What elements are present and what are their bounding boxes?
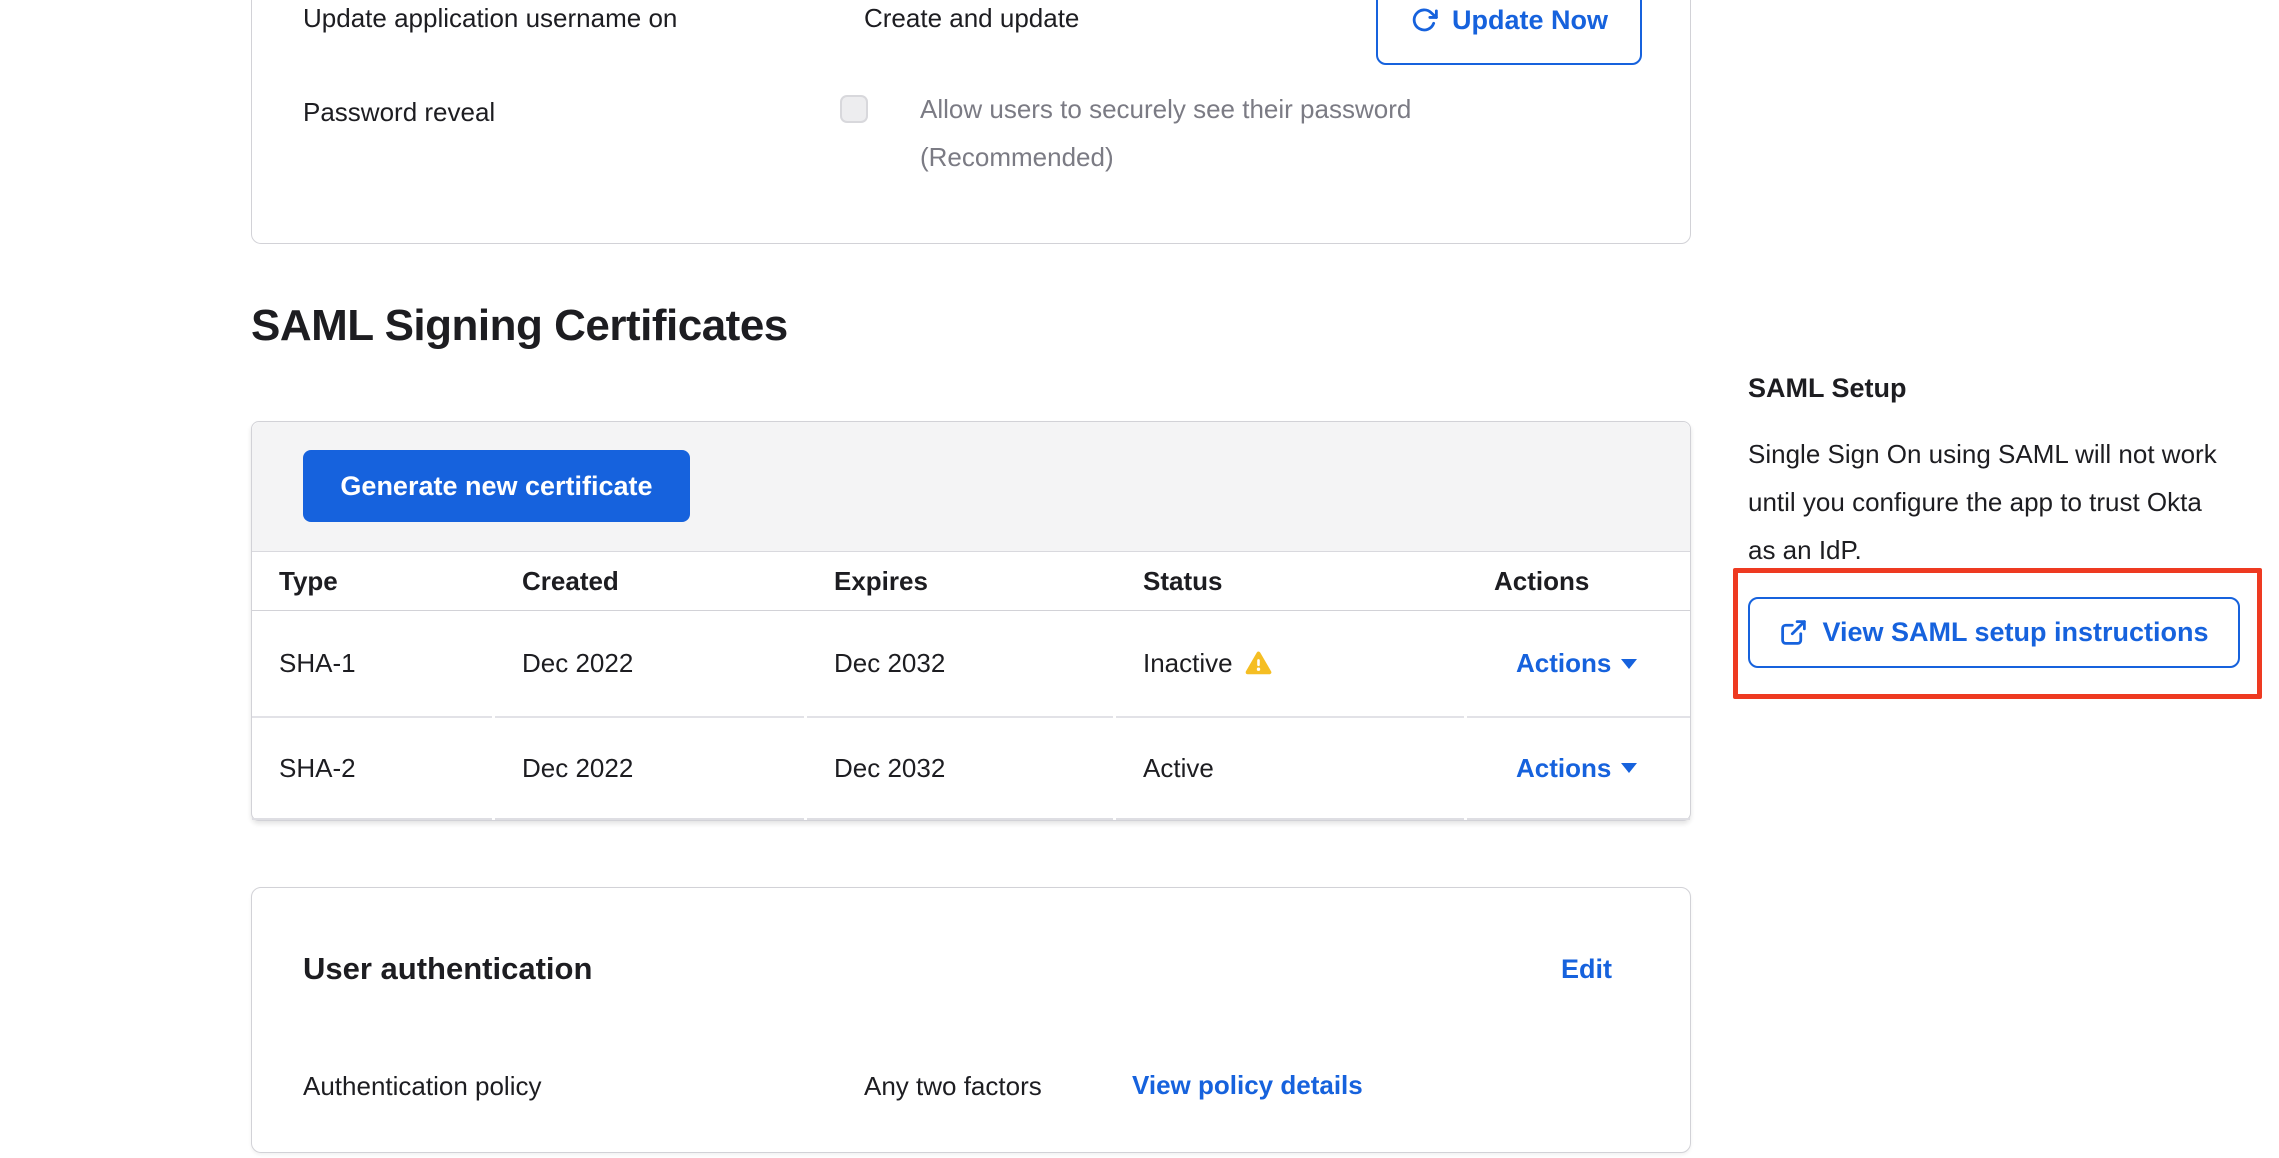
actions-dropdown-label: Actions	[1516, 753, 1611, 784]
table-header-row: Type Created Expires Status Actions	[252, 552, 1690, 611]
certificates-table-toolbar: Generate new certificate	[252, 422, 1690, 552]
column-header-actions: Actions	[1467, 552, 1690, 610]
edit-link[interactable]: Edit	[1561, 954, 1612, 985]
saml-setup-description: Single Sign On using SAML will not work …	[1748, 430, 2228, 574]
actions-dropdown-label: Actions	[1516, 648, 1611, 679]
update-now-label: Update Now	[1452, 5, 1608, 36]
cert-status: Inactive	[1143, 648, 1233, 679]
generate-certificate-button[interactable]: Generate new certificate	[303, 450, 690, 522]
cert-actions-cell: Actions	[1467, 611, 1690, 718]
cert-expires: Dec 2032	[807, 718, 1113, 820]
cert-type: SHA-2	[252, 718, 492, 820]
password-reveal-checkbox-label: Allow users to securely see their passwo…	[920, 85, 1500, 181]
certificates-table-card: Generate new certificate Type Created Ex…	[251, 421, 1691, 821]
cert-type: SHA-1	[252, 611, 492, 718]
caret-down-icon	[1621, 659, 1637, 669]
password-reveal-checkbox[interactable]	[840, 95, 868, 123]
cert-status: Active	[1143, 753, 1214, 784]
password-reveal-label: Password reveal	[303, 95, 495, 129]
cert-actions-cell: Actions	[1467, 718, 1690, 820]
saml-setup-title: SAML Setup	[1748, 370, 1907, 406]
authentication-policy-value: Any two factors	[864, 1069, 1042, 1103]
view-saml-setup-instructions-button[interactable]: View SAML setup instructions	[1748, 597, 2240, 668]
update-now-button[interactable]: Update Now	[1376, 0, 1642, 65]
caret-down-icon	[1621, 763, 1637, 773]
table-row: SHA-1 Dec 2022 Dec 2032 Inactive Actions	[252, 611, 1690, 718]
external-link-icon	[1779, 618, 1808, 647]
cert-created: Dec 2022	[495, 611, 804, 718]
saml-certificates-heading: SAML Signing Certificates	[251, 300, 788, 352]
user-authentication-card: User authentication Edit Authentication …	[251, 887, 1691, 1153]
table-row: SHA-2 Dec 2022 Dec 2032 Active Actions	[252, 718, 1690, 820]
warning-icon	[1245, 650, 1272, 677]
actions-dropdown-sha2[interactable]: Actions	[1516, 753, 1637, 784]
column-header-expires: Expires	[807, 552, 1113, 610]
user-authentication-title: User authentication	[303, 948, 592, 990]
authentication-policy-label: Authentication policy	[303, 1069, 541, 1103]
refresh-icon	[1410, 6, 1438, 34]
app-settings-card: Update application username on Create an…	[251, 0, 1691, 244]
cert-status-cell: Active	[1116, 718, 1464, 820]
username-update-value: Create and update	[864, 1, 1079, 35]
cert-created: Dec 2022	[495, 718, 804, 820]
cert-expires: Dec 2032	[807, 611, 1113, 718]
actions-dropdown-sha1[interactable]: Actions	[1516, 648, 1637, 679]
column-header-status: Status	[1116, 552, 1464, 610]
column-header-type: Type	[252, 552, 492, 610]
username-update-label: Update application username on	[303, 1, 677, 35]
view-saml-setup-instructions-label: View SAML setup instructions	[1822, 617, 2208, 648]
view-policy-details-link[interactable]: View policy details	[1132, 1070, 1363, 1101]
column-header-created: Created	[495, 552, 804, 610]
cert-status-cell: Inactive	[1116, 611, 1464, 718]
